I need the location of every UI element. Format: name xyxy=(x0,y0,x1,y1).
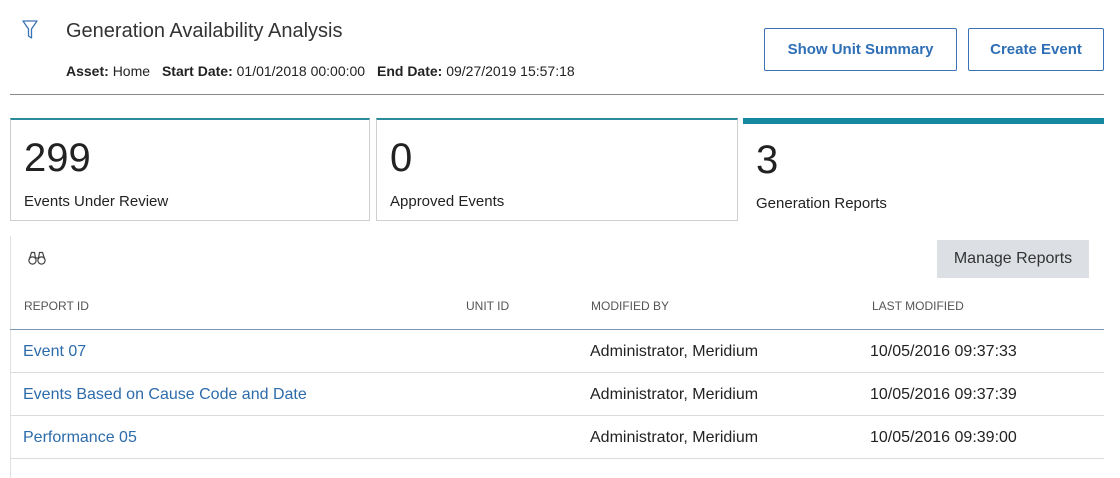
tile-count: 3 xyxy=(756,138,779,182)
modified-by-cell: Administrator, Meridium xyxy=(590,429,759,446)
last-modified-cell: 10/05/2016 09:37:33 xyxy=(870,343,1017,360)
tile-approved-events[interactable]: 0 Approved Events xyxy=(376,118,738,221)
header-divider xyxy=(10,94,1104,95)
analysis-criteria: Asset: Home Start Date: 01/01/2018 00:00… xyxy=(66,63,575,79)
tile-generation-reports[interactable]: 3 Generation Reports xyxy=(743,118,1104,236)
column-header-last-modified[interactable]: LAST MODIFIED xyxy=(872,299,964,313)
tile-count: 0 xyxy=(390,136,413,180)
binoculars-icon[interactable] xyxy=(28,250,46,266)
asset-label: Asset: xyxy=(66,63,109,79)
end-date-value: 09/27/2019 15:57:18 xyxy=(446,63,575,79)
show-unit-summary-button[interactable]: Show Unit Summary xyxy=(764,28,957,71)
column-header-modified-by[interactable]: MODIFIED BY xyxy=(591,299,669,313)
last-modified-cell: 10/05/2016 09:37:39 xyxy=(870,386,1017,403)
end-date-label: End Date: xyxy=(376,63,443,79)
tile-label: Approved Events xyxy=(390,193,505,210)
report-id-link[interactable]: Performance 05 xyxy=(23,429,137,447)
asset-value: Home xyxy=(112,63,151,79)
column-header-report-id[interactable]: REPORT ID xyxy=(24,299,89,313)
table-row[interactable]: Performance 05 Administrator, Meridium 1… xyxy=(10,416,1104,459)
column-header-unit-id[interactable]: UNIT ID xyxy=(466,299,509,313)
start-date-value: 01/01/2018 00:00:00 xyxy=(236,63,366,79)
tile-count: 299 xyxy=(24,136,91,180)
modified-by-cell: Administrator, Meridium xyxy=(590,343,759,360)
tile-events-under-review[interactable]: 299 Events Under Review xyxy=(10,118,370,221)
tile-label: Events Under Review xyxy=(24,193,169,210)
report-id-link[interactable]: Event 07 xyxy=(23,343,86,361)
create-event-button[interactable]: Create Event xyxy=(968,28,1104,71)
tile-label: Generation Reports xyxy=(756,195,887,212)
table-row[interactable]: Event 07 Administrator, Meridium 10/05/2… xyxy=(10,330,1104,373)
report-id-link[interactable]: Events Based on Cause Code and Date xyxy=(23,386,307,404)
start-date-label: Start Date: xyxy=(161,63,233,79)
page-header: Generation Availability Analysis Asset: … xyxy=(0,0,1120,96)
manage-reports-button[interactable]: Manage Reports xyxy=(937,240,1089,278)
filter-icon[interactable] xyxy=(22,20,38,40)
modified-by-cell: Administrator, Meridium xyxy=(590,386,759,403)
page-title: Generation Availability Analysis xyxy=(66,20,343,42)
table-row[interactable]: Events Based on Cause Code and Date Admi… xyxy=(10,373,1104,416)
last-modified-cell: 10/05/2016 09:39:00 xyxy=(870,429,1017,446)
